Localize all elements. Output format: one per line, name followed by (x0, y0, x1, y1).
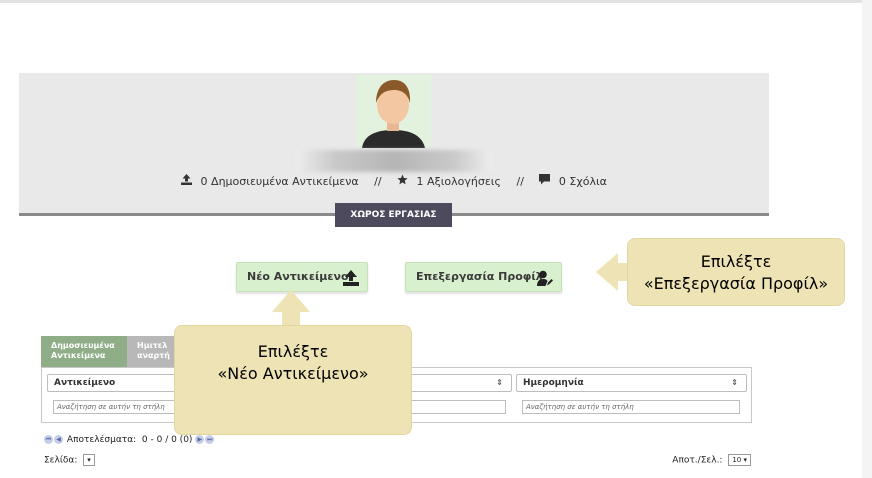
username-redacted (296, 150, 492, 172)
tab-incomplete-posts[interactable]: Ημιτελ αναρτή (127, 336, 177, 367)
column-header-date[interactable]: Ημερομηνία ⇕ (516, 374, 747, 392)
results-value: 0 - 0 / 0 (0) (141, 435, 193, 445)
profile-stats: 0 Δημοσιευμένα Αντικείμενα // 1 Αξιολογή… (19, 174, 769, 188)
star-icon (397, 174, 408, 188)
tab-label: Δημοσιευμένα (51, 341, 115, 350)
results-label: Αποτελέσματα: (66, 435, 137, 445)
page-select[interactable]: ▾ (83, 454, 95, 466)
published-count: 0 (200, 174, 208, 188)
ratings-count: 1 (416, 174, 424, 188)
comments-label: Σχόλια (569, 174, 607, 188)
scroll-gutter (862, 0, 872, 478)
callout-new-line1: Επιλέξτε (257, 342, 329, 361)
callout-edit-line1: Επιλέξτε (700, 252, 772, 271)
tab-workspace[interactable]: ΧΩΡΟΣ ΕΡΓΑΣΙΑΣ (335, 203, 452, 227)
upload-icon (181, 174, 193, 188)
new-item-button[interactable]: Νέο Αντικείμενο (236, 262, 368, 292)
edit-profile-button[interactable]: Επεξεργασία Προφίλ (405, 262, 562, 292)
stats-separator: // (374, 174, 382, 188)
profile-header: 0 Δημοσιευμένα Αντικείμενα // 1 Αξιολογή… (19, 73, 769, 216)
column-header-label: Ημερομηνία (523, 378, 584, 388)
page-label: Σελίδα: (44, 455, 78, 466)
previous-page-icon[interactable]: ◀ (54, 435, 63, 444)
ratings-label: Αξιολογήσεις (427, 174, 501, 188)
comments-count: 0 (558, 174, 566, 188)
tab-published-items[interactable]: Δημοσιευμένα Αντικείμενα (41, 336, 127, 367)
page-selector: Σελίδα: ▾ (44, 454, 95, 466)
sort-icon: ⇕ (731, 378, 738, 387)
user-avatar-icon (356, 75, 431, 148)
pager: ⏮ ◀ Αποτελέσματα: 0 - 0 / 0 (0) ▶ ⏭ (44, 435, 215, 445)
new-item-label: Νέο Αντικείμενο (247, 270, 349, 283)
avatar (356, 75, 431, 148)
edit-profile-label: Επεξεργασία Προφίλ (416, 270, 543, 283)
callout-arrow-left (596, 253, 618, 291)
filter-input-date[interactable]: Αναζήτηση σε αυτήν τη στήλη (522, 400, 740, 414)
stats-separator: // (516, 174, 524, 188)
tab-label: Ημιτελ (137, 341, 168, 350)
sort-icon: ⇕ (496, 378, 503, 387)
callout-edit-line2: «Επεξεργασία Προφίλ» (643, 274, 829, 293)
per-page-select[interactable]: 10 ▾ (728, 454, 751, 466)
published-label: Δημοσιευμένα Αντικείμενα (211, 174, 359, 188)
comment-icon (539, 174, 551, 188)
upload-icon (343, 269, 359, 297)
user-edit-icon (537, 269, 553, 297)
column-header-label: Αντικείμενο (54, 378, 116, 388)
callout-new-item: Επιλέξτε «Νέο Αντικείμενο» (174, 325, 412, 435)
next-page-icon[interactable]: ▶ (195, 435, 205, 444)
tab-label: Αντικείμενα (51, 351, 106, 360)
callout-new-line2: «Νέο Αντικείμενο» (217, 364, 369, 383)
callout-arrow-up (272, 290, 310, 312)
callout-edit-profile: Επιλέξτε «Επεξεργασία Προφίλ» (627, 238, 845, 306)
tab-label: αναρτή (137, 351, 170, 360)
callout-arrow-stem (282, 311, 300, 326)
first-page-icon[interactable]: ⏮ (44, 435, 53, 444)
per-page-selector: Αποτ./Σελ.: 10 ▾ (672, 454, 751, 466)
per-page-label: Αποτ./Σελ.: (672, 455, 723, 466)
last-page-icon[interactable]: ⏭ (205, 435, 215, 444)
